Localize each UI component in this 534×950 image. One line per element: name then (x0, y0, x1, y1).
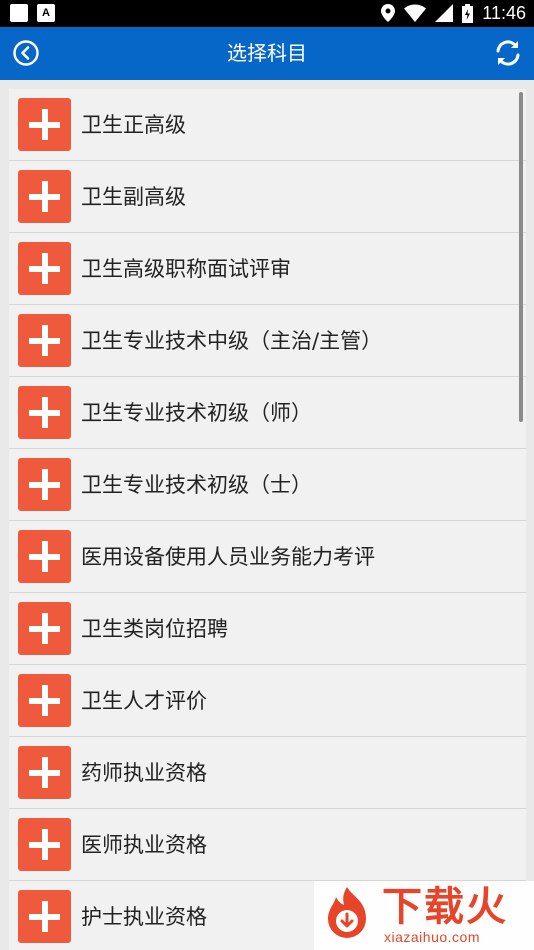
plus-icon[interactable] (18, 818, 71, 871)
app-bar: 选择科目 (0, 27, 534, 80)
clock: 11:46 (482, 3, 526, 23)
notification-square-icon (10, 4, 28, 22)
plus-icon[interactable] (18, 98, 71, 151)
list-item-label: 卫生专业技术中级（主治/主管） (81, 329, 383, 353)
list-item[interactable]: 卫生副高级 (9, 161, 526, 233)
location-icon (381, 4, 396, 22)
list-item[interactable]: 卫生类岗位招聘 (9, 593, 526, 665)
status-indicators: 11:46 (381, 3, 526, 23)
list-item-label: 医用设备使用人员业务能力考评 (81, 545, 375, 569)
status-bar: A 11:46 (0, 0, 534, 27)
list-item[interactable]: 卫生专业技术初级（师） (9, 377, 526, 449)
list-item[interactable]: 卫生专业技术中级（主治/主管） (9, 305, 526, 377)
plus-icon[interactable] (18, 242, 71, 295)
list-item[interactable]: 卫生高级职称面试评审 (9, 233, 526, 305)
plus-icon[interactable] (18, 458, 71, 511)
list-item[interactable]: 卫生正高级 (9, 89, 526, 161)
plus-icon[interactable] (18, 890, 71, 943)
list-item-label: 卫生副高级 (81, 185, 186, 209)
list-item-label: 护士执业资格 (81, 905, 207, 929)
subject-list: 卫生正高级 卫生副高级 卫生高级职称面试评审 卫生专业技术中级（主治/主管） 卫… (9, 89, 526, 950)
notification-a-icon: A (37, 4, 55, 22)
battery-icon (462, 3, 474, 23)
watermark: 下载火 xiazaihuo.com (314, 881, 534, 950)
list-item-label: 卫生高级职称面试评审 (81, 257, 291, 281)
list-item-label: 医师执业资格 (81, 833, 207, 857)
list-item[interactable]: 医用设备使用人员业务能力考评 (9, 521, 526, 593)
list-item-label: 卫生人才评价 (81, 689, 207, 713)
plus-icon[interactable] (18, 170, 71, 223)
plus-icon[interactable] (18, 386, 71, 439)
list-item-label: 卫生专业技术初级（士） (81, 473, 312, 497)
notification-icons: A (10, 4, 55, 22)
flame-logo-icon (328, 887, 366, 938)
watermark-url: xiazaihuo.com (384, 929, 480, 945)
list-item[interactable]: 卫生专业技术初级（士） (9, 449, 526, 521)
list-item[interactable]: 药师执业资格 (9, 737, 526, 809)
list-item-label: 卫生正高级 (81, 113, 186, 137)
plus-icon[interactable] (18, 602, 71, 655)
plus-icon[interactable] (18, 314, 71, 367)
plus-icon[interactable] (18, 530, 71, 583)
list-item[interactable]: 卫生人才评价 (9, 665, 526, 737)
refresh-icon[interactable] (494, 39, 522, 67)
wifi-icon (404, 4, 427, 22)
scrollbar[interactable] (519, 92, 523, 422)
plus-icon[interactable] (18, 674, 71, 727)
page-title: 选择科目 (227, 41, 307, 65)
list-item[interactable]: 医师执业资格 (9, 809, 526, 881)
list-item-label: 卫生专业技术初级（师） (81, 401, 312, 425)
list-item-label: 卫生类岗位招聘 (81, 617, 228, 641)
plus-icon[interactable] (18, 746, 71, 799)
watermark-brand: 下载火 (382, 884, 508, 930)
list-item-label: 药师执业资格 (81, 761, 207, 785)
signal-icon (435, 4, 454, 22)
